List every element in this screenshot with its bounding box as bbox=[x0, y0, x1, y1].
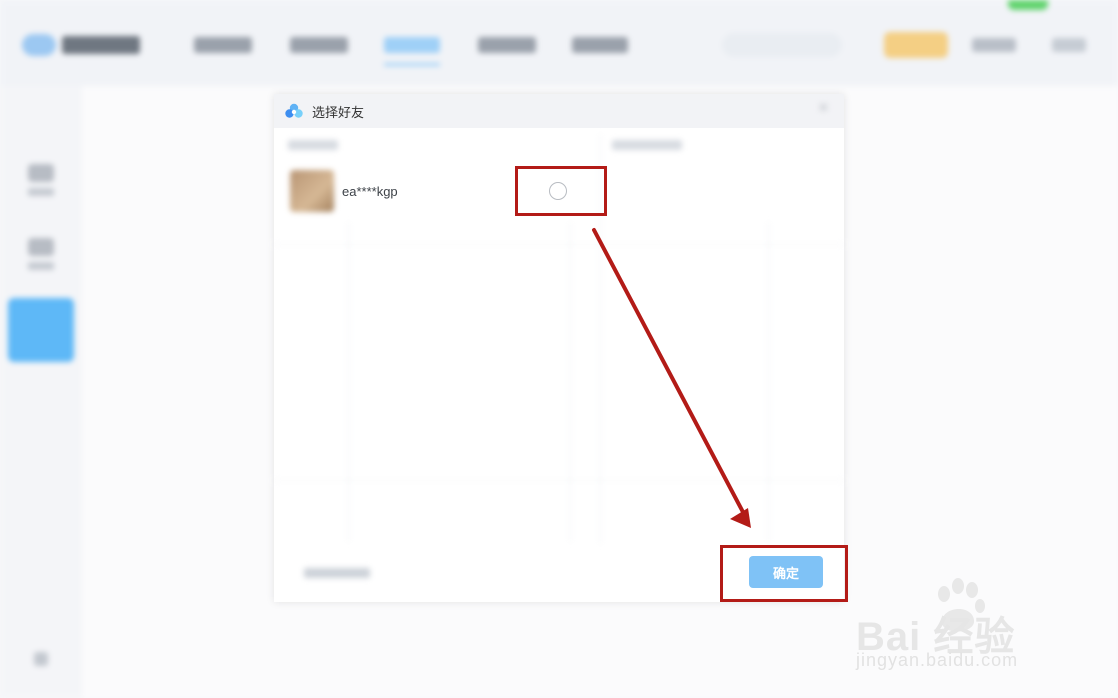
more-menu[interactable] bbox=[1052, 38, 1086, 52]
nav-tab-4[interactable] bbox=[478, 37, 536, 53]
nav-tab-1[interactable] bbox=[194, 37, 252, 53]
sidebar-icon bbox=[28, 238, 54, 256]
baidu-jingyan-watermark: Bai 经验 jingyan.baidu.com bbox=[856, 574, 1056, 674]
nav-tab-2[interactable] bbox=[290, 37, 348, 53]
sidebar-item-active[interactable] bbox=[8, 298, 74, 362]
sidebar-item-2[interactable] bbox=[26, 238, 56, 278]
footer-link[interactable] bbox=[304, 568, 370, 578]
nav-tab-5[interactable] bbox=[572, 37, 628, 53]
close-icon[interactable]: ✕ bbox=[818, 101, 830, 114]
brand-name bbox=[62, 36, 140, 54]
avatar bbox=[290, 170, 334, 212]
window-control[interactable] bbox=[1008, 0, 1048, 10]
divider bbox=[274, 244, 844, 245]
highlight-box-radio bbox=[515, 166, 607, 216]
sidebar-label bbox=[28, 262, 54, 270]
friend-name: ea****kgp bbox=[342, 184, 398, 199]
divider bbox=[274, 480, 844, 481]
sidebar-label bbox=[28, 188, 54, 196]
highlight-box-confirm bbox=[720, 545, 848, 602]
divider bbox=[570, 222, 571, 542]
search-pill[interactable] bbox=[722, 33, 842, 57]
dialog-title: 选择好友 bbox=[312, 105, 365, 120]
divider bbox=[768, 222, 769, 542]
sidebar-item-1[interactable] bbox=[26, 164, 56, 204]
top-navigation-bar bbox=[0, 0, 1118, 86]
vip-button[interactable] bbox=[884, 32, 948, 58]
nav-tab-active[interactable] bbox=[384, 37, 440, 66]
watermark-url: jingyan.baidu.com bbox=[856, 650, 1019, 670]
user-menu[interactable] bbox=[972, 38, 1016, 52]
dialog-header: 选择好友 ✕ bbox=[274, 94, 844, 128]
sidebar-icon bbox=[28, 164, 54, 182]
brand-logo-icon bbox=[22, 34, 56, 56]
column-header-selected bbox=[612, 140, 682, 150]
sidebar bbox=[0, 86, 82, 698]
column-header-friends bbox=[288, 140, 338, 150]
baidu-netdisk-logo-icon bbox=[285, 103, 303, 118]
app-brand bbox=[22, 32, 142, 58]
settings-icon[interactable] bbox=[34, 652, 48, 666]
divider bbox=[348, 222, 349, 542]
